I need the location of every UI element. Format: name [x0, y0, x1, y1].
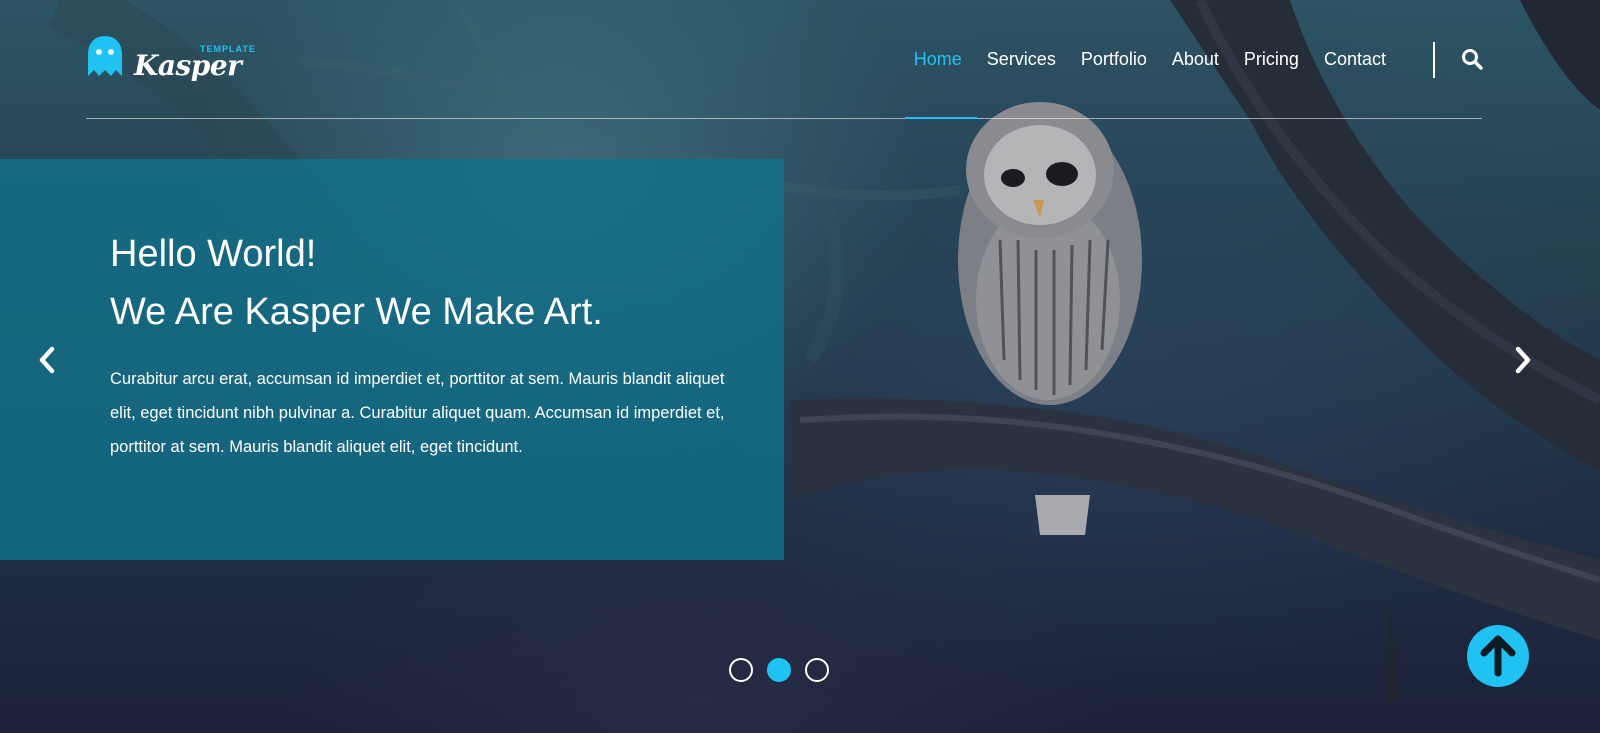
search-button[interactable]	[1460, 47, 1484, 71]
slide-content-box: Hello World! We Are Kasper We Make Art. …	[0, 159, 784, 560]
chevron-left-icon	[39, 346, 55, 374]
slide-heading-line1: Hello World!	[110, 233, 317, 275]
search-icon	[1462, 49, 1483, 70]
nav-item-pricing[interactable]: Pricing	[1244, 47, 1299, 71]
scroll-to-top-button[interactable]	[1467, 625, 1529, 687]
slide-body-text: Curabitur arcu erat, accumsan id imperdi…	[110, 370, 725, 456]
main-navigation: Home Services Portfolio About Pricing Co…	[914, 47, 1386, 71]
carousel-next-button[interactable]	[1512, 345, 1534, 375]
nav-item-services[interactable]: Services	[987, 47, 1056, 71]
nav-item-portfolio[interactable]: Portfolio	[1081, 47, 1147, 71]
brand-logo[interactable]: TEMPLATE Kasper	[86, 34, 255, 82]
slide-heading-line2: We Are Kasper We Make Art.	[110, 291, 603, 333]
nav-item-about[interactable]: About	[1172, 47, 1219, 71]
slide-heading: Hello World! We Are Kasper We Make Art.	[110, 225, 760, 341]
nav-item-home[interactable]: Home	[914, 47, 962, 71]
carousel-bullet-3[interactable]	[805, 658, 829, 682]
carousel-prev-button[interactable]	[36, 345, 58, 375]
chevron-right-icon	[1515, 346, 1531, 374]
arrow-up-icon	[1480, 635, 1516, 677]
nav-item-contact[interactable]: Contact	[1324, 47, 1386, 71]
carousel-bullets	[729, 658, 829, 682]
header-divider	[86, 118, 1482, 119]
carousel-bullet-2[interactable]	[767, 658, 791, 682]
nav-divider	[1433, 42, 1435, 78]
active-nav-underline	[905, 117, 977, 119]
ghost-icon	[88, 36, 122, 76]
brand-name: Kasper	[134, 49, 242, 82]
carousel-bullet-1[interactable]	[729, 658, 753, 682]
